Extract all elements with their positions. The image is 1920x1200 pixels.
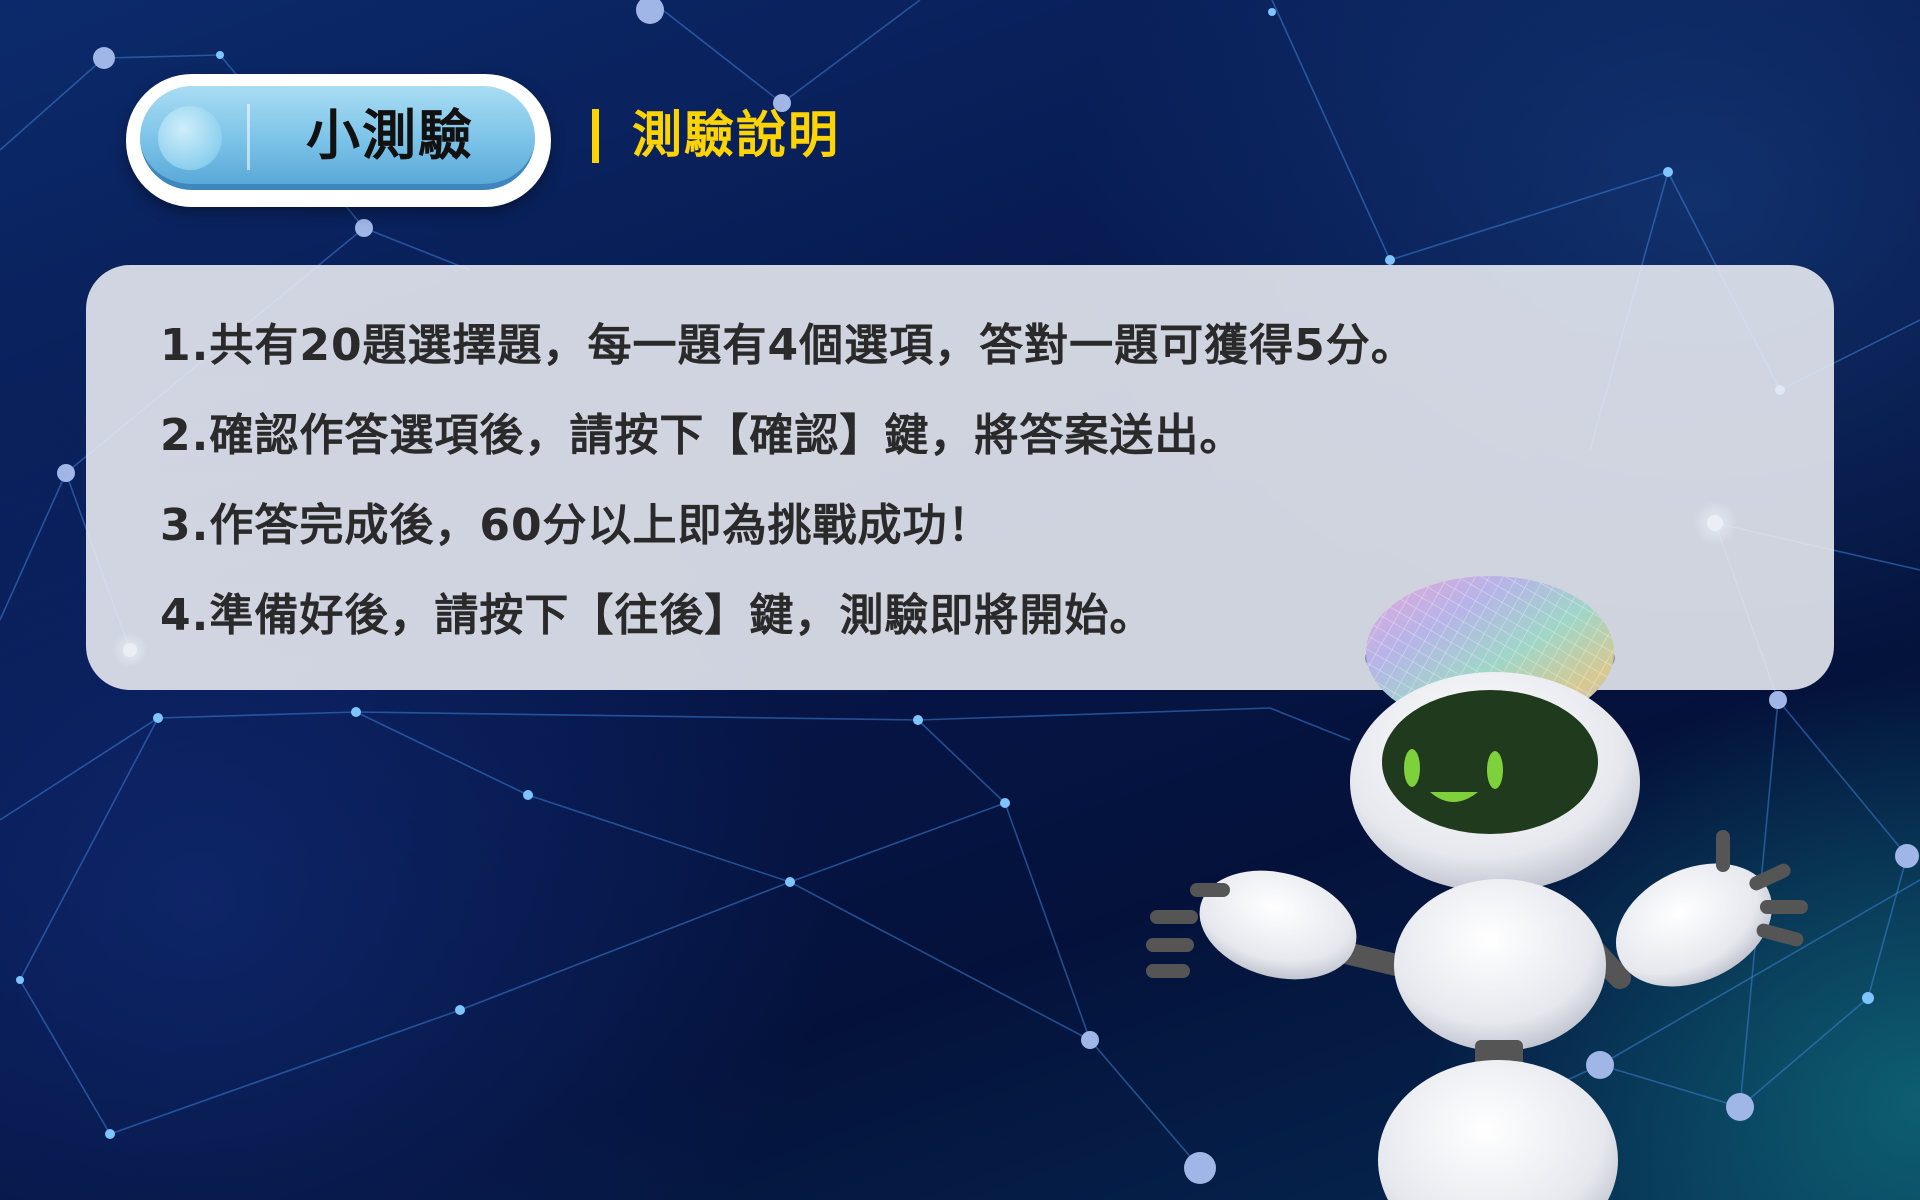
- quiz-intro-screen: 小測驗 測驗說明 1.共有20題選擇題，每一題有4個選項，答對一題可獲得5分。 …: [0, 0, 1920, 1200]
- quiz-badge-inner: 小測驗: [140, 86, 535, 190]
- instruction-item-1: 1.共有20題選擇題，每一題有4個選項，答對一題可獲得5分。: [160, 320, 1416, 371]
- badge-divider: [247, 104, 250, 170]
- subtitle-accent-bar: [592, 109, 599, 163]
- quiz-badge-title: 小測驗: [306, 104, 474, 167]
- robot-mascot-icon: [1146, 576, 1808, 1200]
- instruction-item-2: 2.確認作答選項後，請按下【確認】鍵，將答案送出。: [160, 410, 1245, 461]
- quiz-badge: 小測驗: [126, 74, 551, 207]
- page-subtitle: 測驗說明: [632, 106, 840, 164]
- badge-circle-icon: [158, 106, 222, 170]
